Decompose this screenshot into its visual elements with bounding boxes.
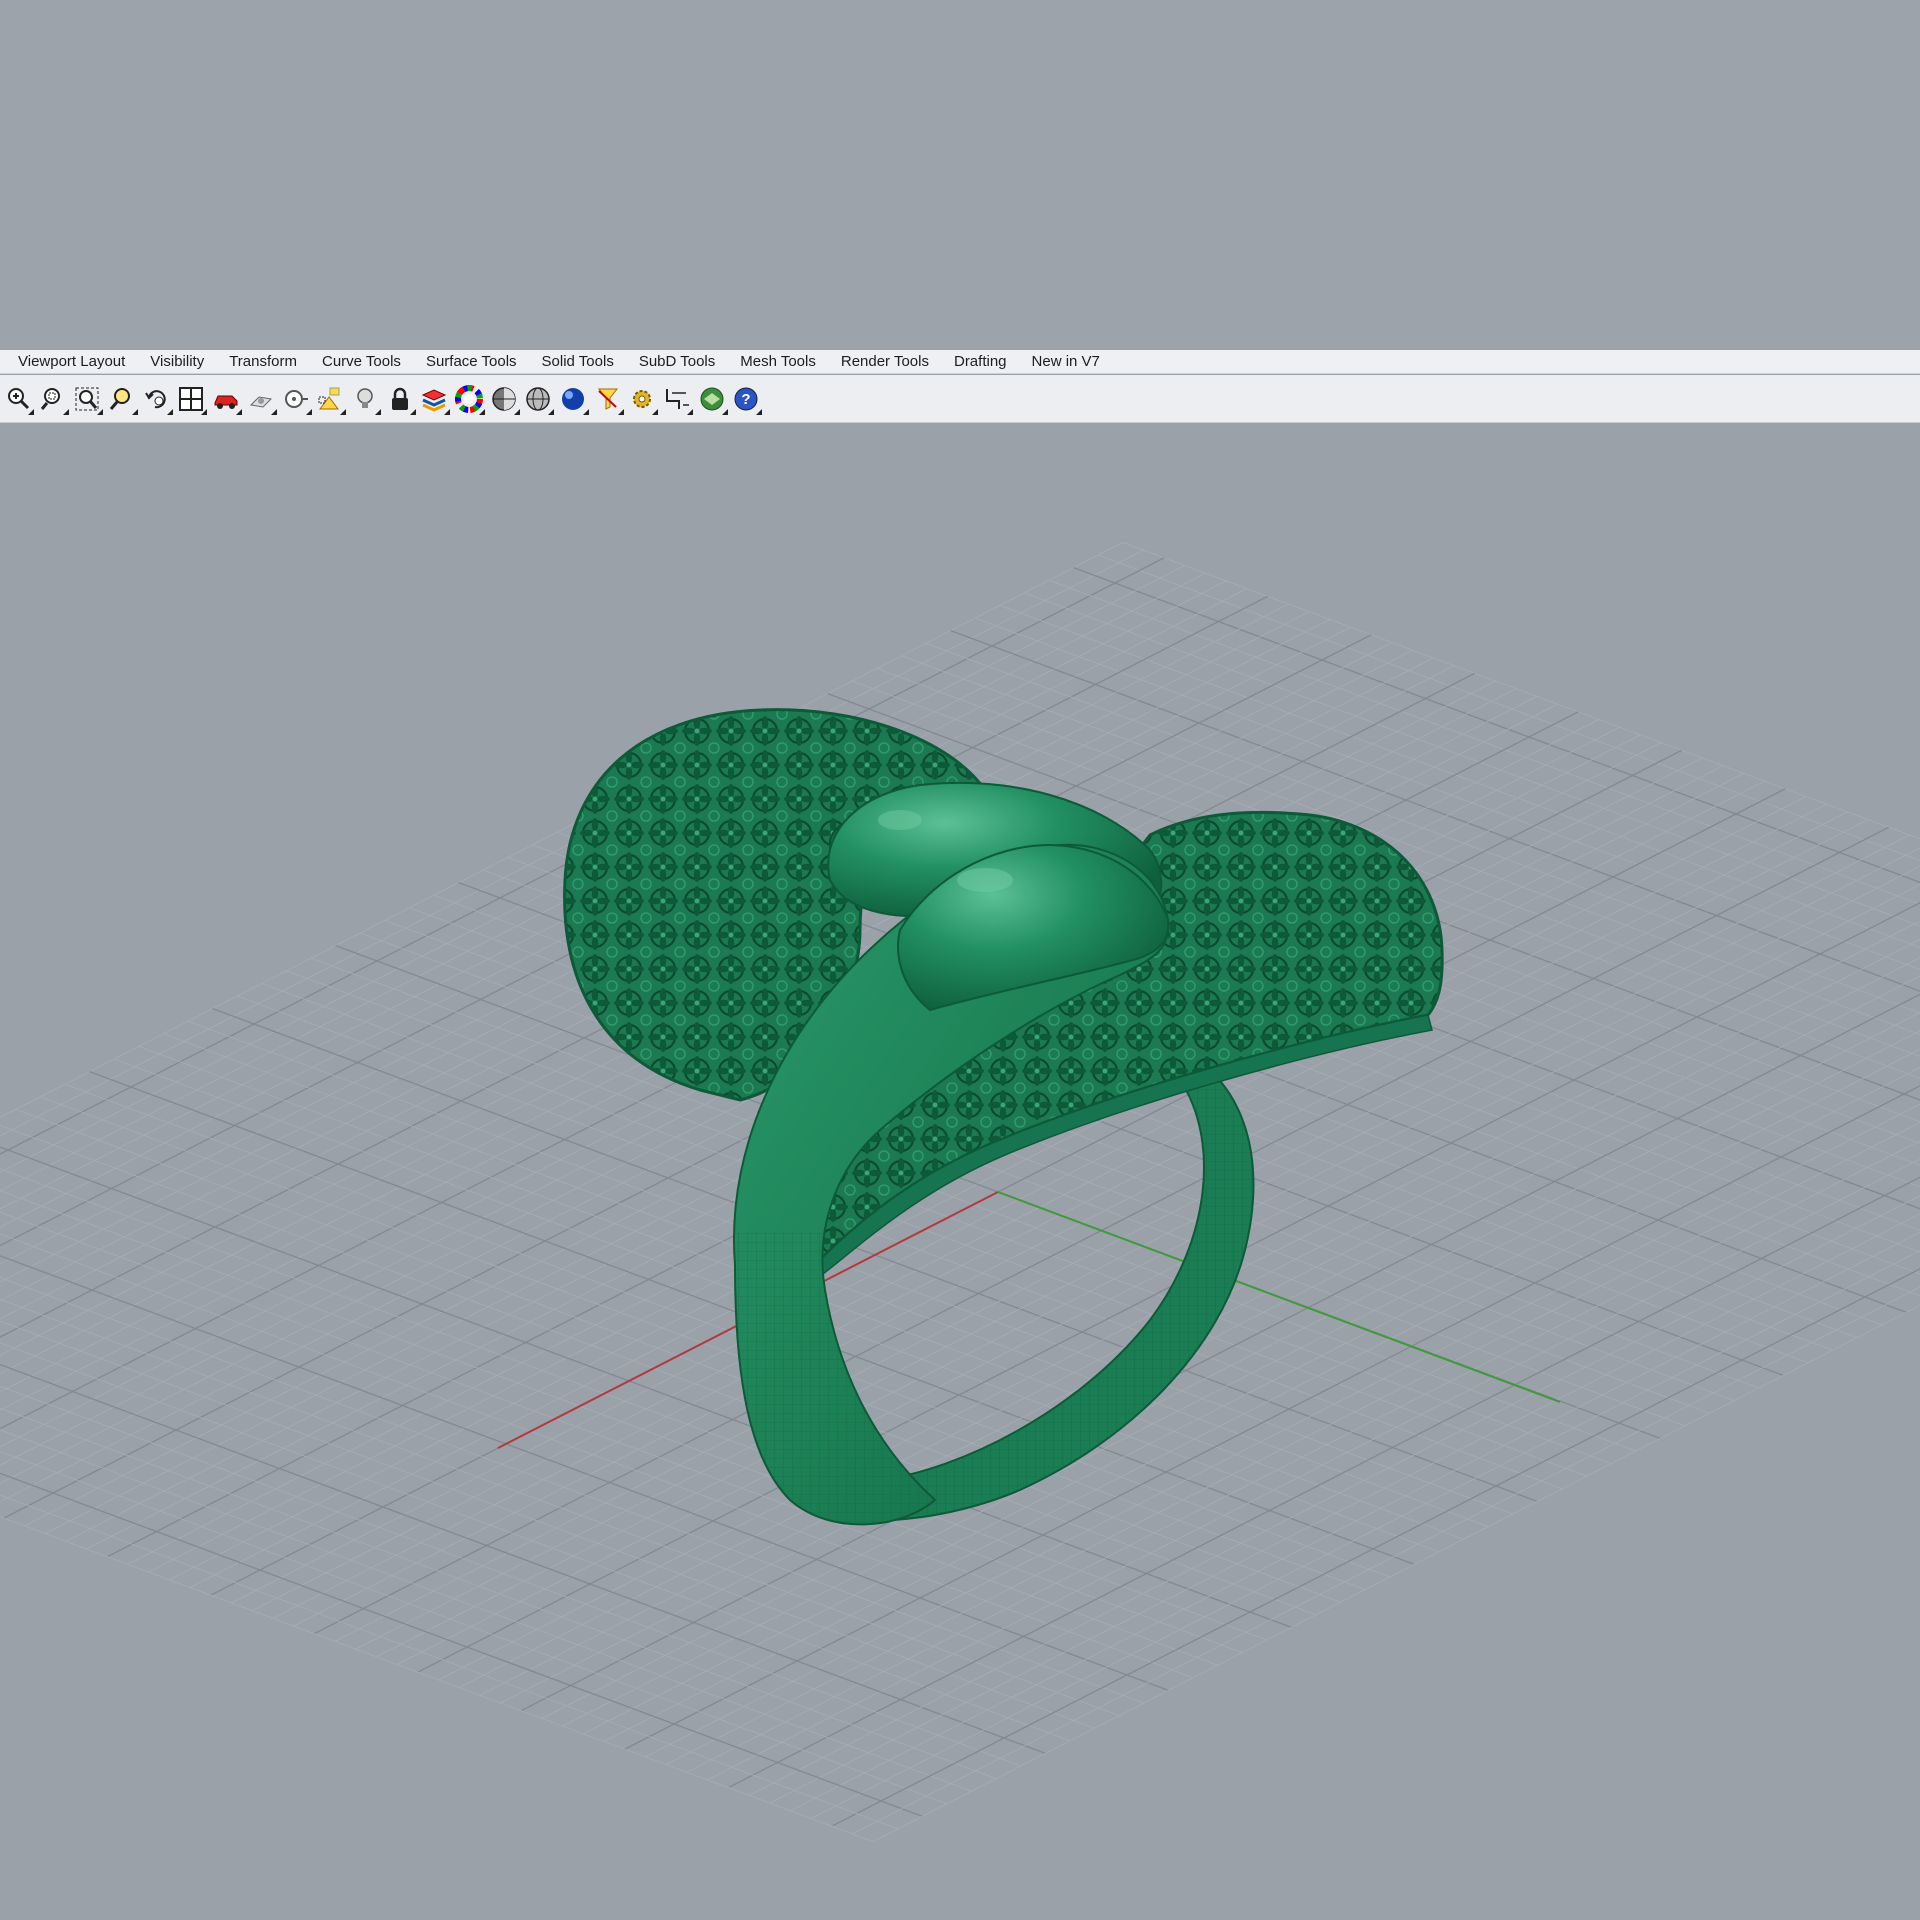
grid-line bbox=[0, 1407, 997, 1779]
help-button[interactable]: ? bbox=[730, 382, 763, 416]
light-bulb-button[interactable] bbox=[349, 382, 381, 416]
zoom-in-button[interactable] bbox=[2, 382, 34, 416]
flyout-arrow-icon[interactable] bbox=[409, 408, 416, 415]
ring-model[interactable] bbox=[563, 708, 1444, 1526]
toolbar: ? bbox=[0, 375, 1920, 423]
perspective-viewport[interactable] bbox=[0, 424, 1920, 1920]
flyout-arrow-icon[interactable] bbox=[374, 408, 381, 415]
zoom-extents-button[interactable] bbox=[71, 382, 104, 416]
flyout-arrow-icon[interactable] bbox=[652, 408, 659, 415]
tab-surface-tools[interactable]: Surface Tools bbox=[414, 350, 529, 374]
zoom-selected-button[interactable] bbox=[106, 382, 139, 416]
y-axis-line bbox=[997, 1191, 1561, 1403]
shaded-sphere-button[interactable] bbox=[488, 382, 520, 416]
options-gear-button[interactable] bbox=[626, 382, 659, 416]
tab-render-tools[interactable]: Render Tools bbox=[829, 350, 941, 374]
tab-drafting[interactable]: Drafting bbox=[942, 350, 1019, 374]
flyout-arrow-icon[interactable] bbox=[236, 408, 243, 415]
viewport-upper-area bbox=[0, 0, 1920, 350]
construction-grid bbox=[0, 542, 1920, 1842]
four-viewports-button[interactable] bbox=[175, 382, 208, 416]
tab-solid-tools[interactable]: Solid Tools bbox=[530, 350, 626, 374]
flyout-arrow-icon[interactable] bbox=[617, 408, 624, 415]
flyout-arrow-icon[interactable] bbox=[756, 408, 763, 415]
flyout-arrow-icon[interactable] bbox=[513, 408, 520, 415]
flyout-arrow-icon[interactable] bbox=[548, 408, 555, 415]
color-wheel-button[interactable] bbox=[453, 382, 485, 416]
set-cplane-button[interactable] bbox=[280, 382, 312, 416]
select-filter-button[interactable] bbox=[592, 382, 624, 416]
flyout-arrow-icon[interactable] bbox=[687, 408, 694, 415]
globe-button[interactable] bbox=[696, 382, 728, 416]
car-button[interactable] bbox=[210, 382, 243, 416]
svg-text:?: ? bbox=[742, 391, 751, 408]
flyout-arrow-icon[interactable] bbox=[305, 408, 312, 415]
flyout-arrow-icon[interactable] bbox=[478, 408, 485, 415]
toolbar-tab-strip: Viewport Layout Visibility Transform Curve … bbox=[0, 350, 1920, 374]
named-view-button[interactable] bbox=[245, 382, 277, 416]
ring-head-highlight bbox=[957, 868, 1013, 892]
dimension-button[interactable] bbox=[661, 382, 694, 416]
lock-button[interactable] bbox=[384, 382, 416, 416]
rendered-sphere-button[interactable] bbox=[522, 382, 555, 416]
flyout-arrow-icon[interactable] bbox=[721, 408, 728, 415]
tab-curve-tools[interactable]: Curve Tools bbox=[310, 350, 413, 374]
tab-visibility[interactable]: Visibility bbox=[138, 350, 216, 374]
flyout-arrow-icon[interactable] bbox=[132, 408, 139, 415]
flyout-arrow-icon[interactable] bbox=[444, 408, 451, 415]
flyout-arrow-icon[interactable] bbox=[97, 408, 104, 415]
tab-transform[interactable]: Transform bbox=[217, 350, 309, 374]
flyout-arrow-icon[interactable] bbox=[583, 408, 589, 415]
ring-head-back-highlight bbox=[878, 810, 922, 830]
flyout-arrow-icon[interactable] bbox=[201, 408, 208, 415]
render-sphere-button[interactable] bbox=[557, 382, 589, 416]
zoom-window-button[interactable] bbox=[37, 382, 69, 416]
flyout-arrow-icon[interactable] bbox=[28, 408, 34, 415]
viewport-canvas bbox=[0, 542, 1920, 1842]
undo-view-button[interactable] bbox=[141, 382, 173, 416]
flyout-arrow-icon[interactable] bbox=[62, 408, 69, 415]
object-snap-button[interactable] bbox=[314, 382, 347, 416]
tab-new-in-v7[interactable]: New in V7 bbox=[1020, 350, 1112, 374]
flyout-arrow-icon[interactable] bbox=[166, 408, 173, 415]
flyout-arrow-icon[interactable] bbox=[270, 408, 277, 415]
tab-mesh-tools[interactable]: Mesh Tools bbox=[728, 350, 828, 374]
tab-viewport-layout[interactable]: Viewport Layout bbox=[6, 350, 137, 374]
flyout-arrow-icon[interactable] bbox=[340, 408, 347, 415]
tab-subd-tools[interactable]: SubD Tools bbox=[627, 350, 727, 374]
layer-material-button[interactable] bbox=[418, 382, 451, 416]
